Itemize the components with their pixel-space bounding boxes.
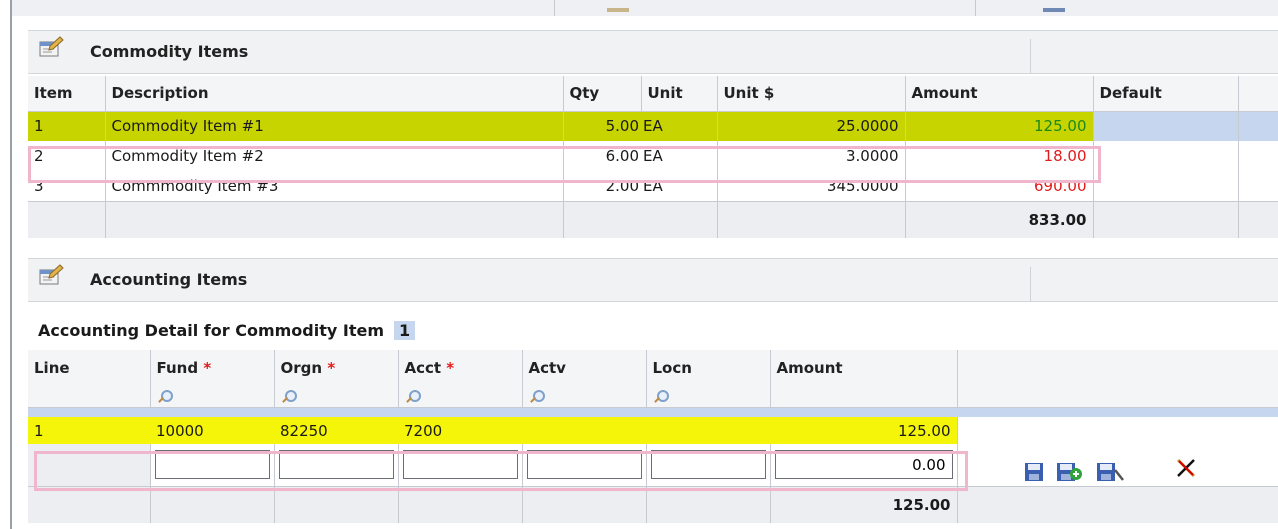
col-header-locn[interactable]: Locn <box>646 350 771 385</box>
cell-qty[interactable]: 2.00 <box>563 171 641 201</box>
magnifier-icon[interactable] <box>405 389 421 403</box>
accounting-table: Line Fund * Orgn * Acct * Actv Locn Amou… <box>28 350 1278 523</box>
accounting-section-header: Accounting Items <box>28 258 1278 302</box>
accounting-total: 125.00 <box>770 485 958 523</box>
cell-unit[interactable]: EA <box>641 111 718 141</box>
table-header-row: Line Fund * Orgn * Acct * Actv Locn Amou… <box>28 350 1278 385</box>
detail-item-badge: 1 <box>393 321 416 340</box>
cell-fund[interactable]: 10000 <box>150 417 274 444</box>
table-row[interactable]: 3 Commmodity Item #3 2.00 EA 345.0000 69… <box>28 171 1278 201</box>
cell-unit-price[interactable]: 3.0000 <box>717 141 906 171</box>
table-footer-row: 833.00 <box>28 200 1278 238</box>
cell-amount[interactable]: 125.00 <box>905 111 1094 141</box>
properties-icon <box>39 264 64 285</box>
col-header-orgn[interactable]: Orgn * <box>274 350 399 385</box>
col-header-unit[interactable]: Unit <box>641 76 718 112</box>
cell-actv[interactable] <box>522 417 646 444</box>
cell-amount[interactable]: 125.00 <box>770 417 958 444</box>
cell-description[interactable]: Commodity Item #2 <box>105 141 564 171</box>
col-header-fund[interactable]: Fund * <box>150 350 275 385</box>
required-marker: * <box>203 358 212 377</box>
cell-unit[interactable]: EA <box>641 171 718 201</box>
acct-input[interactable] <box>402 450 518 480</box>
partial-icon <box>607 8 629 12</box>
cell-item[interactable]: 2 <box>28 141 106 171</box>
cell-unit[interactable]: EA <box>641 141 718 171</box>
cell-default[interactable] <box>1093 171 1239 201</box>
save-add-icon[interactable] <box>1055 461 1083 483</box>
cell-default[interactable] <box>1093 141 1239 171</box>
accounting-detail-label: Accounting Detail for Commodity Item 1 <box>38 321 416 340</box>
magnifier-icon[interactable] <box>281 389 297 403</box>
magnifier-icon[interactable] <box>529 389 545 403</box>
cell-line[interactable]: 1 <box>28 417 150 444</box>
cell-unit-price[interactable]: 25.0000 <box>717 111 906 141</box>
col-header-line[interactable]: Line <box>28 350 151 385</box>
col-header-unit-price[interactable]: Unit $ <box>717 76 906 112</box>
required-marker: * <box>327 358 336 377</box>
cell-item[interactable]: 3 <box>28 171 106 201</box>
cell-qty[interactable]: 5.00 <box>563 111 641 141</box>
new-entry-row <box>28 444 1278 486</box>
amount-input[interactable] <box>774 450 953 480</box>
cell-acct[interactable]: 7200 <box>398 417 522 444</box>
cell-amount[interactable]: 18.00 <box>905 141 1094 171</box>
cell-amount[interactable]: 690.00 <box>905 171 1094 201</box>
required-marker: * <box>446 358 455 377</box>
cell-default[interactable] <box>1093 111 1239 141</box>
commodity-table: Item Description Qty Unit Unit $ Amount … <box>28 76 1278 238</box>
top-strip <box>12 0 1278 16</box>
left-border <box>10 0 12 529</box>
fund-input[interactable] <box>154 450 270 480</box>
actv-input[interactable] <box>526 450 642 480</box>
col-header-acct[interactable]: Acct * <box>398 350 523 385</box>
partial-icon <box>1043 8 1065 12</box>
locn-input[interactable] <box>650 450 766 480</box>
col-header-item[interactable]: Item <box>28 76 106 112</box>
commodity-section-header: Commodity Items <box>28 30 1278 74</box>
section-title: Commodity Items <box>90 42 249 61</box>
cell-qty[interactable]: 6.00 <box>563 141 641 171</box>
section-title: Accounting Items <box>90 270 248 289</box>
delete-icon[interactable] <box>1175 457 1197 479</box>
table-header-row: Item Description Qty Unit Unit $ Amount … <box>28 76 1278 112</box>
table-footer-row: 125.00 <box>28 485 1278 523</box>
table-row[interactable]: 1 10000 82250 7200 125.00 <box>28 417 1278 444</box>
properties-icon <box>39 36 64 57</box>
col-header-orgn-label: Orgn <box>280 358 323 377</box>
cell-orgn[interactable]: 82250 <box>274 417 398 444</box>
col-header-fund-label: Fund <box>156 358 199 377</box>
col-header-amount[interactable]: Amount <box>770 350 958 385</box>
col-header-qty[interactable]: Qty <box>563 76 642 112</box>
detail-label-text: Accounting Detail for Commodity Item <box>38 321 384 340</box>
lookup-row <box>28 385 1278 408</box>
cell-locn[interactable] <box>646 417 770 444</box>
table-row[interactable]: 1 Commodity Item #1 5.00 EA 25.0000 125.… <box>28 111 1278 141</box>
commodity-total: 833.00 <box>905 200 1094 238</box>
cell-unit-price[interactable]: 345.0000 <box>717 171 906 201</box>
col-header-acct-label: Acct <box>404 358 442 377</box>
save-edit-icon[interactable] <box>1095 461 1125 483</box>
col-header-actv[interactable]: Actv <box>522 350 647 385</box>
cell-description[interactable]: Commodity Item #1 <box>105 111 564 141</box>
orgn-input[interactable] <box>278 450 394 480</box>
col-header-default[interactable]: Default <box>1093 76 1239 112</box>
table-row[interactable]: 2 Commodity Item #2 6.00 EA 3.0000 18.00 <box>28 141 1278 171</box>
save-icon[interactable] <box>1023 461 1045 483</box>
col-header-amount[interactable]: Amount <box>905 76 1094 112</box>
col-header-description[interactable]: Description <box>105 76 564 112</box>
cell-item[interactable]: 1 <box>28 111 106 141</box>
magnifier-icon[interactable] <box>653 389 669 403</box>
magnifier-icon[interactable] <box>157 389 173 403</box>
cell-description[interactable]: Commmodity Item #3 <box>105 171 564 201</box>
